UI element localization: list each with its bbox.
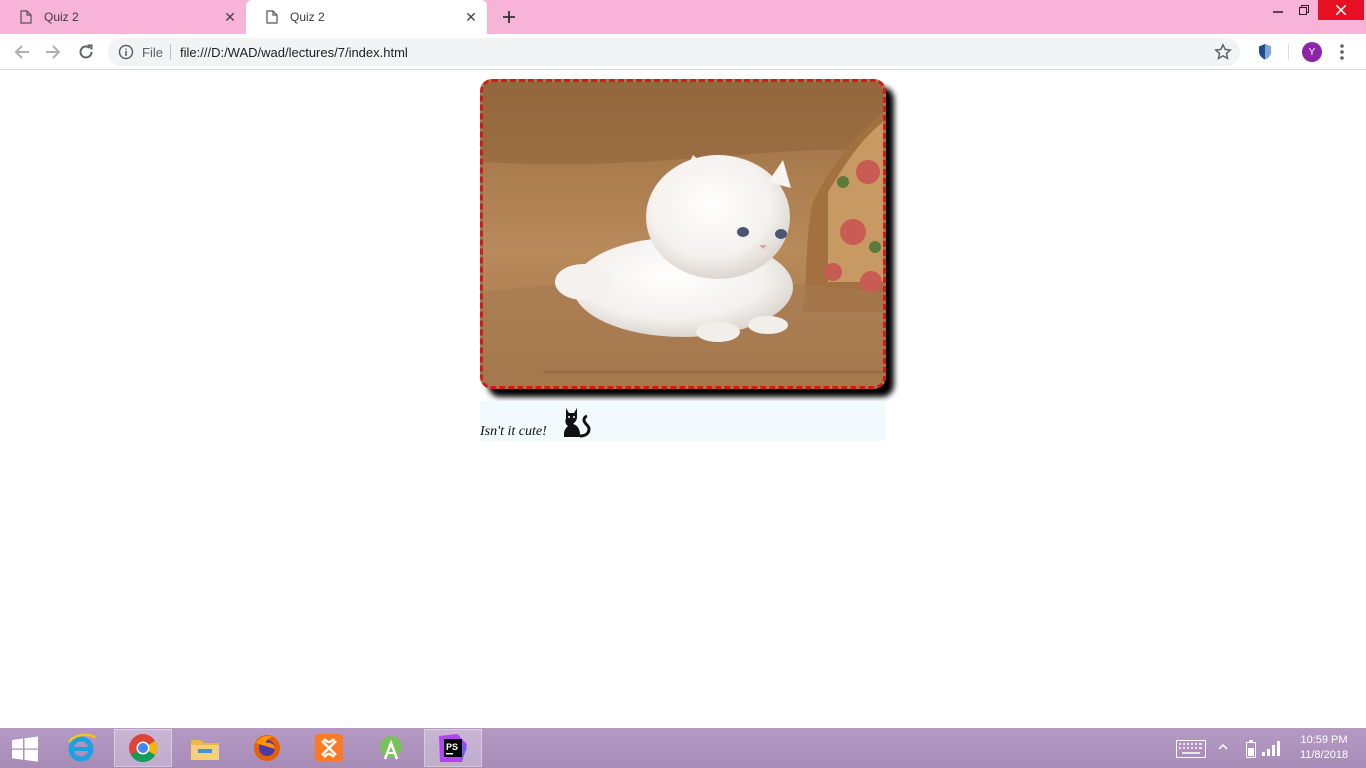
shield-extension-icon[interactable] xyxy=(1255,42,1275,62)
tab-title: Quiz 2 xyxy=(44,10,79,24)
touch-keyboard-icon[interactable] xyxy=(1176,740,1206,758)
tab-quiz-2-active[interactable]: Quiz 2 ✕ xyxy=(246,0,487,34)
chrome-icon xyxy=(129,734,157,762)
system-clock[interactable]: 10:59 PM 11/8/2018 xyxy=(1290,733,1358,763)
document-icon xyxy=(20,10,32,24)
black-cat-icon xyxy=(564,408,591,438)
kebab-menu-icon[interactable] xyxy=(1336,42,1348,62)
clock-date: 11/8/2018 xyxy=(1299,749,1349,761)
info-icon[interactable] xyxy=(118,44,134,60)
network-signal-icon[interactable] xyxy=(1262,740,1280,756)
phpstorm-taskbar-button[interactable]: PS xyxy=(424,729,482,767)
toolbar-divider xyxy=(1288,44,1289,60)
xampp-taskbar-button[interactable] xyxy=(300,729,358,767)
xampp-icon xyxy=(315,734,343,762)
plus-icon xyxy=(503,11,515,23)
tab-strip: Quiz 2 ✕ Quiz 2 ✕ xyxy=(0,0,1366,34)
forward-button[interactable] xyxy=(41,40,65,64)
browser-toolbar: File file:///D:/WAD/wad/lectures/7/index… xyxy=(0,34,1366,70)
back-button[interactable] xyxy=(10,40,34,64)
caption: Isn't it cute! xyxy=(480,401,886,441)
minimize-button[interactable] xyxy=(1266,0,1290,20)
tab-title: Quiz 2 xyxy=(290,10,325,24)
url-text[interactable]: file:///D:/WAD/wad/lectures/7/index.html xyxy=(180,45,408,60)
profile-initial: Y xyxy=(1308,46,1316,58)
file-explorer-icon xyxy=(191,740,219,760)
document-icon xyxy=(266,10,278,24)
battery-icon[interactable] xyxy=(1246,740,1256,758)
minimize-icon xyxy=(1273,11,1283,13)
clock-time: 10:59 PM xyxy=(1300,734,1348,746)
restore-button[interactable] xyxy=(1292,0,1316,20)
address-bar[interactable]: File file:///D:/WAD/wad/lectures/7/index… xyxy=(108,38,1240,66)
windows-start-icon[interactable] xyxy=(10,736,40,762)
internet-explorer-icon xyxy=(68,733,97,762)
scheme-label: File xyxy=(142,45,163,60)
close-tab-icon[interactable]: ✕ xyxy=(222,9,238,25)
restore-icon xyxy=(1299,5,1309,15)
chrome-taskbar-button[interactable] xyxy=(114,729,172,767)
close-tab-icon[interactable]: ✕ xyxy=(463,9,479,25)
kitten-image-frame xyxy=(480,79,886,389)
star-icon[interactable] xyxy=(1214,43,1232,61)
firefox-taskbar-button[interactable] xyxy=(238,729,296,767)
address-divider xyxy=(170,44,171,60)
new-tab-button[interactable] xyxy=(498,6,520,28)
caption-text: Isn't it cute! xyxy=(480,424,547,439)
file-explorer-taskbar-button[interactable] xyxy=(176,729,234,767)
close-icon xyxy=(1336,5,1346,15)
internet-explorer-taskbar-button[interactable] xyxy=(52,729,110,767)
tab-quiz-2-inactive[interactable]: Quiz 2 ✕ xyxy=(0,0,246,34)
windows-taskbar: PS 10:59 PM 11/8/2018 xyxy=(0,728,1366,768)
phpstorm-label: PS xyxy=(446,742,458,752)
phpstorm-icon: PS xyxy=(439,734,467,762)
show-hidden-icons-icon[interactable] xyxy=(1218,742,1228,752)
white-kitten-photo xyxy=(483,82,883,386)
android-studio-taskbar-button[interactable] xyxy=(362,729,420,767)
back-arrow-icon xyxy=(14,45,29,59)
forward-arrow-icon xyxy=(46,45,61,59)
reload-icon xyxy=(79,44,93,59)
firefox-icon xyxy=(254,735,280,761)
figure: Isn't it cute! xyxy=(480,79,886,441)
reload-button[interactable] xyxy=(74,40,98,64)
window-close-button[interactable] xyxy=(1318,0,1364,20)
android-studio-icon xyxy=(380,736,402,760)
profile-avatar[interactable]: Y xyxy=(1302,42,1322,62)
